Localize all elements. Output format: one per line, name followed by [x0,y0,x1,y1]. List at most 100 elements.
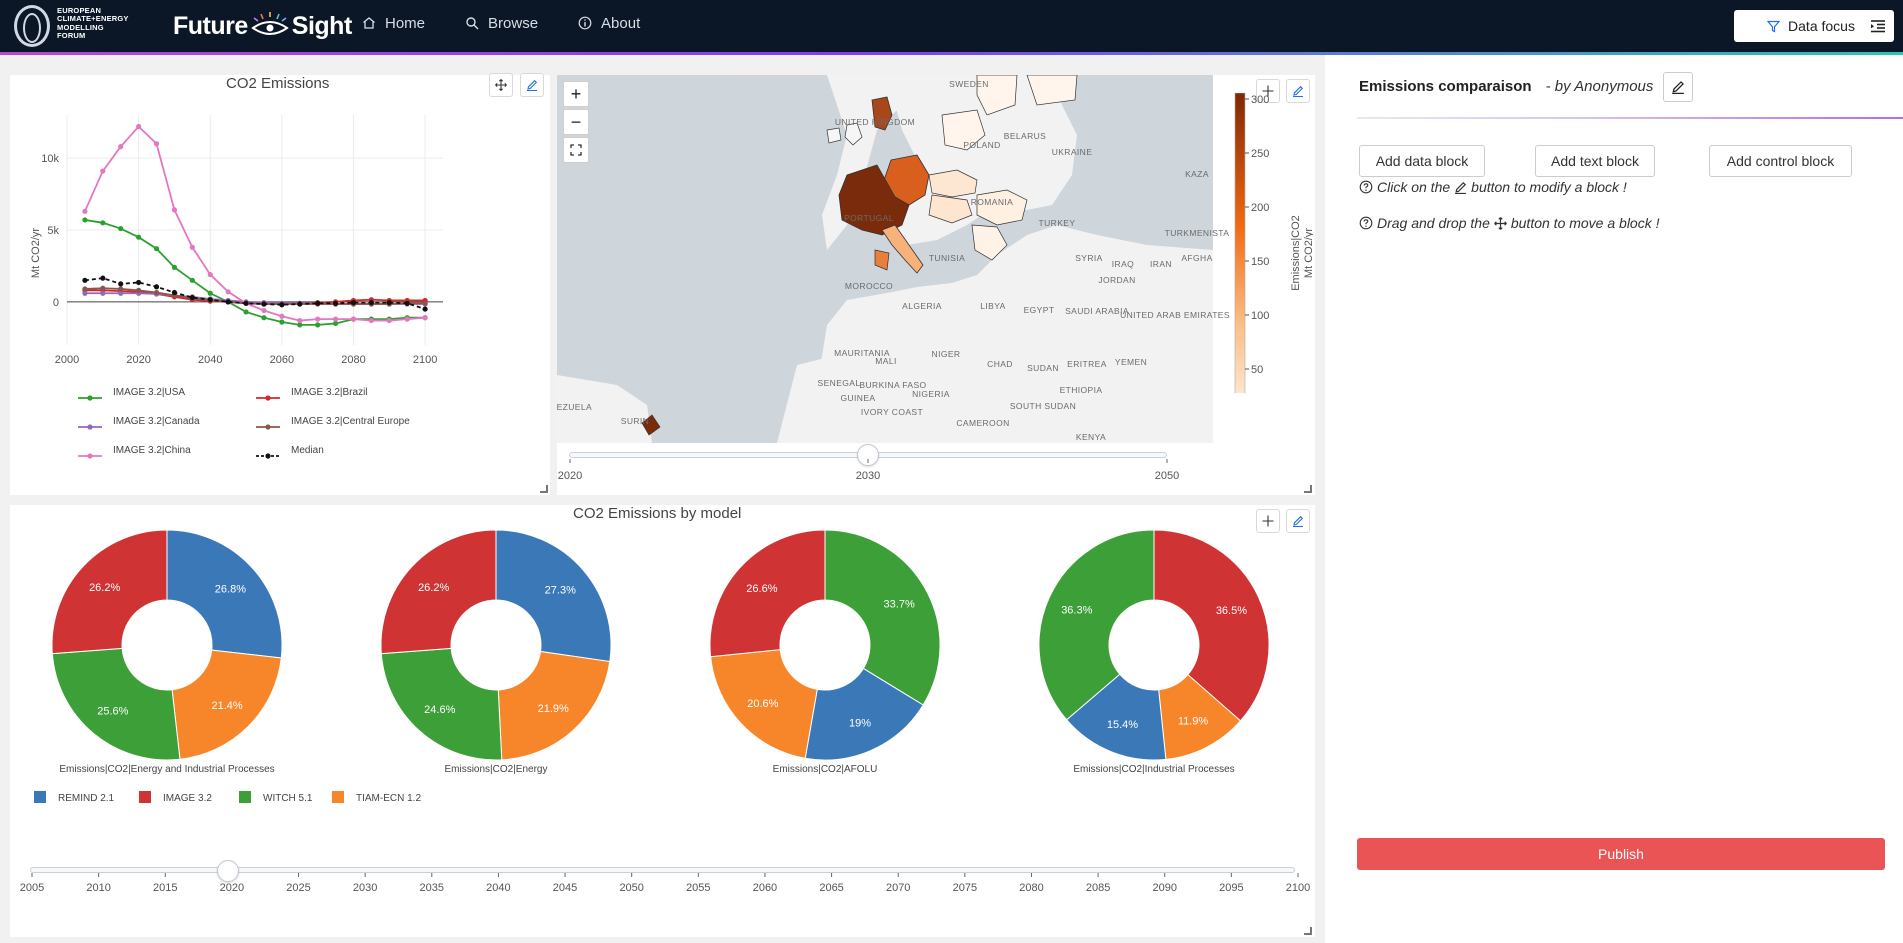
pie-slice[interactable] [51,647,181,761]
pie-legend-swatch [239,791,251,803]
fullscreen-button[interactable] [563,137,589,163]
series-point[interactable] [136,234,142,240]
series-point[interactable] [207,290,213,296]
series-line[interactable] [84,219,426,326]
series-point[interactable] [261,301,267,307]
series-point[interactable] [315,322,321,328]
resize-handle[interactable] [1304,485,1312,493]
series-point[interactable] [100,168,106,174]
series-point[interactable] [118,144,124,150]
series-line[interactable] [84,292,426,305]
add-control-block-button[interactable]: Add control block [1709,145,1852,177]
series-point[interactable] [100,290,106,296]
resize-handle[interactable] [1304,927,1312,935]
expand-icon [570,144,582,156]
series-point[interactable] [82,217,88,223]
series-point[interactable] [422,306,428,312]
ecemf-logo-text[interactable]: EUROPEAN CLIMATE+ENERGY MODELLING FORUM [57,6,147,41]
series-point[interactable] [153,141,160,147]
series-point[interactable] [153,246,160,252]
series-point[interactable] [153,284,160,290]
resize-handle[interactable] [540,485,548,493]
series-point[interactable] [279,319,285,325]
series-point[interactable] [297,317,303,324]
futuresight-brand[interactable]: Future Sight [173,10,352,42]
series-point[interactable] [171,264,178,270]
series-point[interactable] [404,316,410,322]
series-point[interactable] [82,277,88,283]
series-point[interactable] [82,208,88,214]
pie-legend-label[interactable]: WITCH 5.1 [263,793,313,804]
series-point[interactable] [332,300,339,306]
series-point[interactable] [386,317,392,324]
series-point[interactable] [136,279,142,286]
legend-label[interactable]: IMAGE 3.2|Canada [113,416,200,427]
series-point[interactable] [422,315,428,321]
legend-label[interactable]: Median [291,445,324,456]
edit-title-button[interactable] [1663,72,1693,102]
series-point[interactable] [189,277,195,283]
series-point[interactable] [350,316,357,322]
co2-line-chart[interactable]: Mt CO2/yr 2000 2020 2040 2060 2080 2100 0 5k 10k… [10,75,550,495]
series-point[interactable] [279,302,285,308]
map-label: TURKEY [1039,218,1076,228]
series-point[interactable] [368,317,374,324]
series-point[interactable] [225,299,231,305]
series-point[interactable] [207,297,213,303]
series-point[interactable] [100,220,106,226]
pie-slider-tick-label: 2025 [286,882,310,894]
pie-slice[interactable] [824,529,941,706]
series-point[interactable] [279,313,285,319]
pie-year-slider-handle[interactable] [217,860,239,882]
series-point[interactable] [404,300,410,306]
choropleth-map[interactable]: SWEDEN UNITED KINGDOM BELARUS POLAND UKRAINE… [557,75,1315,495]
ecemf-logo-icon[interactable] [14,5,50,47]
series-point[interactable] [261,307,267,314]
pie-legend: REMIND 2.1 IMAGE 3.2 WITCH 5.1 TIAM-ECN 1.2 [34,791,421,804]
pie-legend-label[interactable]: IMAGE 3.2 [163,793,212,804]
series-point[interactable] [118,225,124,232]
legend-label[interactable]: IMAGE 3.2|Central Europe [291,416,410,427]
pie-legend-label[interactable]: TIAM-ECN 1.2 [356,793,421,804]
series-point[interactable] [386,299,392,306]
legend-label[interactable]: IMAGE 3.2|China [113,445,191,456]
series-point[interactable] [422,300,428,306]
series-point[interactable] [243,300,249,306]
publish-button[interactable]: Publish [1357,838,1885,870]
series-point[interactable] [189,294,195,301]
add-text-block-button[interactable]: Add text block [1535,145,1655,177]
menu-toggle-button[interactable] [1862,10,1894,42]
series-point[interactable] [350,299,357,306]
legend-label[interactable]: IMAGE 3.2|USA [113,387,185,398]
nav-home[interactable]: Home [362,15,425,32]
series-point[interactable] [118,281,124,287]
series-point[interactable] [136,123,142,130]
country-ireland[interactable] [826,127,842,144]
series-point[interactable] [100,285,106,291]
add-data-block-button[interactable]: Add data block [1359,145,1485,177]
series-point[interactable] [136,287,142,293]
series-point[interactable] [332,316,339,322]
series-point[interactable] [261,315,267,321]
series-point[interactable] [225,289,231,295]
zoom-out-button[interactable]: − [563,109,589,135]
series-point[interactable] [315,316,321,322]
nav-browse[interactable]: Browse [465,15,538,32]
pie-legend-label[interactable]: REMIND 2.1 [58,793,115,804]
series-point[interactable] [153,289,160,296]
series-point[interactable] [100,275,106,281]
series-point[interactable] [368,299,374,306]
series-point[interactable] [189,244,195,250]
series-point[interactable] [243,309,249,315]
nav-about[interactable]: About [578,15,640,32]
series-point[interactable] [82,286,88,292]
map-label: SYRIA [1075,253,1103,263]
series-point[interactable] [297,301,303,307]
series-point[interactable] [118,286,124,292]
zoom-in-button[interactable]: + [563,81,589,107]
series-point[interactable] [171,207,178,213]
series-point[interactable] [171,289,178,296]
legend-label[interactable]: IMAGE 3.2|Brazil [291,387,368,398]
series-point[interactable] [315,300,321,306]
series-point[interactable] [207,271,213,278]
